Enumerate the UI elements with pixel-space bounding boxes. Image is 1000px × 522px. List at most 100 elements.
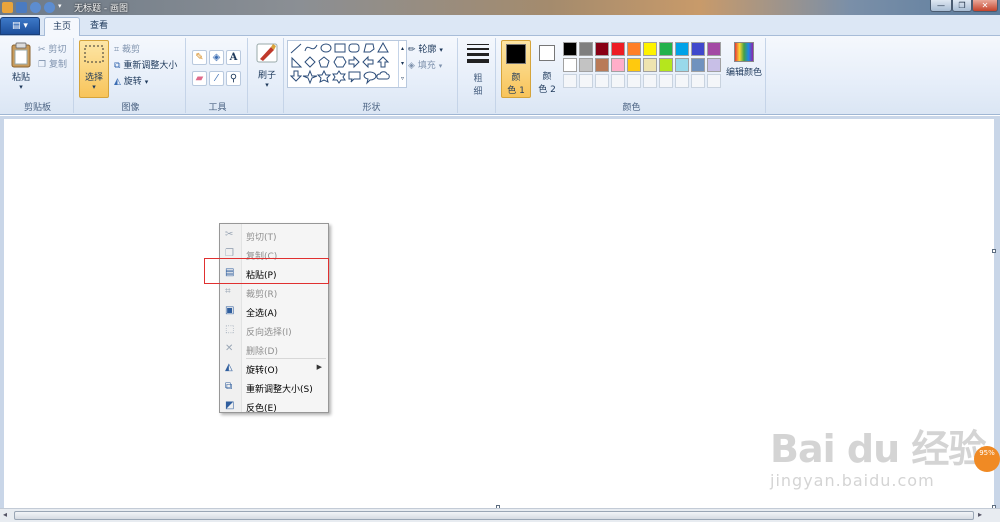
colors-group: 颜 色 1 颜 色 2 编辑颜色 颜色 xyxy=(498,38,766,113)
left-arrow-shape-icon xyxy=(362,55,374,69)
pentagon-shape-icon xyxy=(318,56,330,68)
color1-button[interactable]: 颜 色 1 xyxy=(501,40,531,98)
save-icon[interactable] xyxy=(16,2,27,13)
resize-icon: ⧉ xyxy=(225,381,233,392)
text-icon[interactable]: A xyxy=(226,50,241,65)
palette-swatch[interactable] xyxy=(595,58,609,72)
eraser-icon[interactable]: ▰ xyxy=(192,71,207,86)
palette-custom-slot[interactable] xyxy=(659,74,673,88)
context-menu-item[interactable]: ▣ 全选(A) xyxy=(220,302,328,321)
palette-swatch[interactable] xyxy=(579,58,593,72)
palette-swatch[interactable] xyxy=(659,58,673,72)
up-arrow-shape-icon xyxy=(376,56,390,68)
color2-button[interactable]: 颜 色 2 xyxy=(533,40,561,98)
palette-swatch[interactable] xyxy=(659,42,673,56)
palette-swatch[interactable] xyxy=(611,58,625,72)
color-picker-icon[interactable]: ⁄ xyxy=(209,71,224,86)
palette-swatch[interactable] xyxy=(691,42,705,56)
outline-icon: ✏ xyxy=(408,44,416,55)
undo-icon[interactable] xyxy=(30,2,41,13)
palette-swatch[interactable] xyxy=(643,42,657,56)
palette-swatch[interactable] xyxy=(675,42,689,56)
brushes-button[interactable]: 刷子 ▾ xyxy=(252,40,282,98)
outline-button[interactable]: ✏ 轮廓 ▾ xyxy=(408,42,443,56)
image-group-label: 图像 xyxy=(121,103,140,113)
palette-swatch[interactable] xyxy=(707,58,721,72)
context-menu-item[interactable]: ✂ 剪切(T) xyxy=(220,226,328,245)
palette-custom-slot[interactable] xyxy=(563,74,577,88)
palette-custom-slot[interactable] xyxy=(595,74,609,88)
tab-home[interactable]: 主页 xyxy=(44,17,81,36)
edit-colors-button[interactable]: 编辑颜色 xyxy=(724,42,764,96)
context-menu-item[interactable]: ⌗ 裁剪(R) xyxy=(220,283,328,302)
context-menu-item[interactable]: ◭ 旋转(O) ▶ xyxy=(220,359,328,378)
palette-custom-slot[interactable] xyxy=(707,74,721,88)
resize-button[interactable]: ⧉ 重新调整大小 xyxy=(114,58,177,72)
shapes-gallery[interactable]: ▴ ▾ ▿ xyxy=(287,40,407,88)
scroll-left-icon[interactable]: ◂ xyxy=(3,510,7,519)
context-menu-item[interactable]: ✕ 删除(D) xyxy=(220,340,328,359)
minimize-button[interactable]: — xyxy=(930,0,952,12)
context-menu-item-label: 旋转(O) xyxy=(246,366,279,376)
context-menu-item[interactable]: ⧉ 重新调整大小(S) xyxy=(220,378,328,397)
rotate-button[interactable]: ◭ 旋转 ▾ xyxy=(114,74,148,88)
paint-app-icon[interactable] xyxy=(2,2,13,13)
palette-custom-slot[interactable] xyxy=(611,74,625,88)
customize-quick-access-icon[interactable]: ▾ xyxy=(58,2,66,13)
select-button[interactable]: 选择 ▾ xyxy=(79,40,109,98)
canvas-resize-handle-right[interactable] xyxy=(992,249,996,253)
shapes-group-label: 形状 xyxy=(362,103,381,113)
cut-button[interactable]: ✂ 剪切 xyxy=(38,42,66,56)
palette-custom-slot[interactable] xyxy=(579,74,593,88)
maximize-button[interactable]: ❐ xyxy=(952,0,972,12)
palette-swatch[interactable] xyxy=(691,58,705,72)
invert-selection-icon: ⬚ xyxy=(225,324,235,335)
context-menu-item-label: 剪切(T) xyxy=(246,233,277,243)
curve-shape-icon xyxy=(304,44,318,52)
paste-label: 粘贴 xyxy=(11,73,30,83)
shapes-scroll-icon[interactable]: ▴ ▾ ▿ xyxy=(398,41,406,87)
palette-swatch[interactable] xyxy=(627,42,641,56)
palette-custom-slot[interactable] xyxy=(675,74,689,88)
fill-button[interactable]: ◈ 填充 ▾ xyxy=(408,58,442,72)
scrollbar-thumb[interactable] xyxy=(14,511,974,520)
app-menu-button[interactable]: ▤ ▾ xyxy=(0,17,40,35)
scroll-right-icon[interactable]: ▸ xyxy=(978,510,982,519)
baidu-watermark: Bai du 经验 jingyan.baidu.com xyxy=(770,418,986,490)
fill-bucket-icon[interactable]: ◈ xyxy=(209,50,224,65)
right-triangle-shape-icon xyxy=(291,56,303,68)
paste-icon xyxy=(11,42,31,68)
copy-label: 复制 xyxy=(48,60,67,70)
palette-swatch[interactable] xyxy=(611,42,625,56)
pencil-icon[interactable]: ✎ xyxy=(192,50,207,65)
palette-custom-slot[interactable] xyxy=(691,74,705,88)
palette-swatch[interactable] xyxy=(579,42,593,56)
palette-swatch[interactable] xyxy=(707,42,721,56)
select-all-icon: ▣ xyxy=(225,305,235,316)
palette-swatch[interactable] xyxy=(643,58,657,72)
palette-swatch[interactable] xyxy=(627,58,641,72)
size-button[interactable]: 粗 细 xyxy=(463,42,493,97)
palette-swatch[interactable] xyxy=(563,58,577,72)
color2-label-line2: 色 2 xyxy=(538,85,556,95)
crop-button[interactable]: ⌗ 裁剪 xyxy=(114,42,140,56)
palette-custom-slot[interactable] xyxy=(627,74,641,88)
copy-button[interactable]: ❐ 复制 xyxy=(38,57,67,71)
context-menu-item[interactable]: ◩ 反色(E) xyxy=(220,397,328,416)
paste-button[interactable]: 粘贴 ▾ xyxy=(6,42,36,96)
palette-swatch[interactable] xyxy=(563,42,577,56)
close-button[interactable]: ✕ xyxy=(972,0,998,12)
scissors-icon: ✂ xyxy=(38,44,46,55)
polygon-shape-icon xyxy=(363,43,375,53)
palette-swatch[interactable] xyxy=(595,42,609,56)
context-menu-item[interactable]: ⬚ 反向选择(I) xyxy=(220,321,328,340)
palette-swatch[interactable] xyxy=(675,58,689,72)
palette-custom-slot[interactable] xyxy=(643,74,657,88)
tab-view[interactable]: 查看 xyxy=(82,17,116,36)
redo-icon[interactable] xyxy=(44,2,55,13)
context-menu-item-label: 反色(E) xyxy=(246,404,277,414)
magnifier-icon[interactable]: ⚲ xyxy=(226,71,241,86)
color2-swatch xyxy=(539,45,555,61)
delete-icon: ✕ xyxy=(225,343,234,354)
horizontal-scrollbar[interactable]: ◂ ▸ xyxy=(0,508,1000,522)
